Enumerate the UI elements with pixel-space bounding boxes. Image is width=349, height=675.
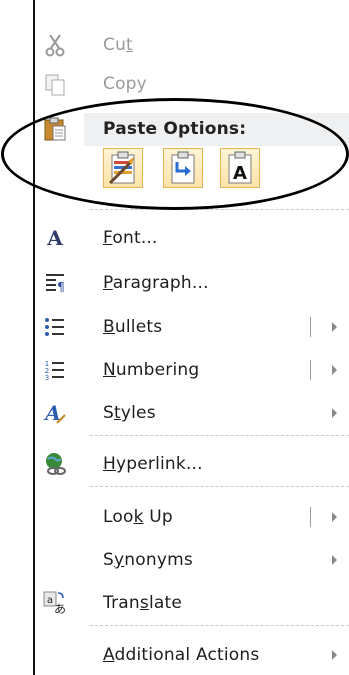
separator (90, 625, 349, 626)
menu-item-font-label: Font... (103, 228, 158, 248)
split-divider (310, 507, 311, 527)
translate-icon: a あ (41, 589, 69, 617)
menu-item-hyperlink[interactable]: Hyperlink... (35, 446, 349, 482)
menu-item-font[interactable]: A Font... (35, 220, 349, 256)
menu-item-paragraph[interactable]: ¶ Paragraph... (35, 265, 349, 301)
highlight-oval (1, 98, 349, 210)
numbering-icon: 1 2 3 (41, 356, 69, 384)
font-icon: A (47, 226, 63, 250)
menu-item-styles[interactable]: A Styles (35, 395, 349, 431)
svg-text:a: a (47, 595, 53, 606)
menu-item-lookup[interactable]: Look Up (35, 499, 349, 535)
menu-item-copy-label: Copy (103, 74, 147, 94)
separator (90, 209, 349, 210)
hyperlink-icon (41, 450, 69, 478)
menu-item-numbering[interactable]: 1 2 3 Numbering (35, 352, 349, 388)
svg-text:あ: あ (54, 602, 66, 615)
separator (90, 435, 349, 436)
menu-item-bullets-label: Bullets (103, 317, 163, 337)
split-divider (310, 360, 311, 380)
menu-item-translate[interactable]: a あ Translate (35, 585, 349, 621)
paragraph-icon: ¶ (41, 269, 69, 297)
svg-text:¶: ¶ (57, 280, 65, 294)
menu-item-bullets[interactable]: Bullets (35, 309, 349, 345)
bullets-icon (41, 313, 69, 341)
menu-item-additional-actions-label: Additional Actions (103, 645, 260, 665)
menu-item-lookup-label: Look Up (103, 507, 173, 527)
split-divider (310, 317, 311, 337)
separator (90, 486, 349, 487)
submenu-arrow-icon (332, 650, 337, 660)
menu-item-translate-label: Translate (103, 593, 183, 613)
menu-item-cut[interactable]: Cut (35, 27, 349, 63)
menu-item-hyperlink-label: Hyperlink... (103, 454, 203, 474)
menu-item-synonyms-label: Synonyms (103, 550, 193, 570)
submenu-arrow-icon[interactable] (332, 512, 337, 522)
submenu-arrow-icon (332, 408, 337, 418)
submenu-arrow-icon (332, 555, 337, 565)
menu-item-numbering-label: Numbering (103, 360, 200, 380)
menu-item-cut-label: Cut (103, 35, 133, 55)
menu-item-paragraph-label: Paragraph... (103, 273, 209, 293)
submenu-arrow-icon[interactable] (332, 322, 337, 332)
svg-text:3: 3 (45, 374, 49, 381)
styles-icon: A (41, 399, 69, 427)
submenu-arrow-icon[interactable] (332, 365, 337, 375)
scissors-icon (41, 31, 69, 59)
menu-item-copy[interactable]: Copy (35, 70, 349, 98)
menu-item-synonyms[interactable]: Synonyms (35, 542, 349, 578)
menu-item-styles-label: Styles (103, 403, 156, 423)
copy-icon (41, 70, 69, 98)
menu-item-additional-actions[interactable]: Additional Actions (35, 637, 349, 673)
